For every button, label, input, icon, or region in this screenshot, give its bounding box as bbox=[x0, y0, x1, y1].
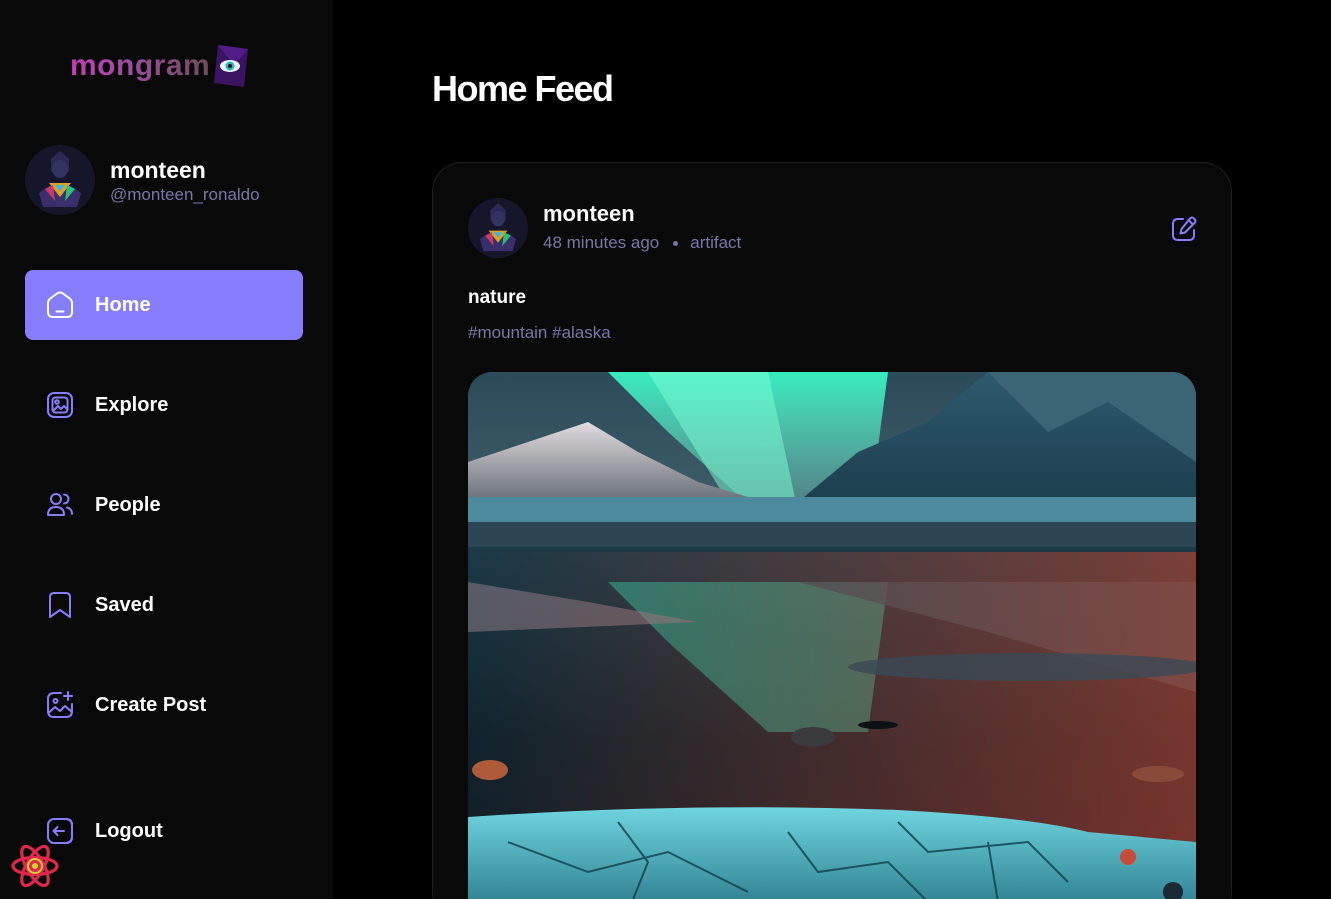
avatar-image-icon bbox=[468, 198, 528, 258]
eye-logo-icon bbox=[214, 45, 249, 87]
post-location: artifact bbox=[690, 233, 742, 252]
avatar-image-icon bbox=[25, 145, 95, 215]
page-title: Home Feed bbox=[432, 68, 614, 109]
nav-item-create-post[interactable]: Create Post bbox=[25, 670, 303, 740]
post-author-name[interactable]: monteen bbox=[543, 201, 635, 227]
avatar bbox=[25, 145, 95, 215]
edit-post-icon[interactable] bbox=[1170, 215, 1198, 243]
nav-item-home[interactable]: Home bbox=[25, 270, 303, 340]
home-icon bbox=[45, 290, 75, 320]
post-meta: 48 minutes ago artifact bbox=[543, 233, 741, 253]
logout-button[interactable]: Logout bbox=[25, 796, 303, 866]
nav-label-home: Home bbox=[95, 293, 151, 316]
logo-text: mongram bbox=[70, 49, 211, 82]
landscape-photo bbox=[468, 372, 1196, 899]
post-author-avatar[interactable] bbox=[468, 198, 528, 258]
people-icon bbox=[45, 490, 75, 520]
bookmark-icon bbox=[45, 590, 75, 620]
profile-handle: @monteen_ronaldo bbox=[110, 184, 260, 204]
nav-label-create-post: Create Post bbox=[95, 693, 207, 716]
react-devtools-icon[interactable] bbox=[10, 842, 60, 890]
post-caption: nature bbox=[468, 287, 527, 308]
profile-name: monteen bbox=[110, 156, 206, 183]
post-time: 48 minutes ago bbox=[543, 233, 660, 252]
nav-label-saved: Saved bbox=[95, 593, 154, 616]
app-logo[interactable]: mongram bbox=[70, 44, 249, 88]
gallery-icon bbox=[45, 390, 75, 420]
nav-item-saved[interactable]: Saved bbox=[25, 570, 303, 640]
add-image-icon bbox=[45, 690, 75, 720]
post-tags[interactable]: #mountain #alaska bbox=[468, 323, 611, 343]
logout-label: Logout bbox=[95, 819, 163, 842]
nav-item-explore[interactable]: Explore bbox=[25, 370, 303, 440]
nav-item-people[interactable]: People bbox=[25, 470, 303, 540]
meta-separator-dot bbox=[673, 240, 679, 246]
user-profile[interactable]: monteen @monteen_ronaldo bbox=[25, 145, 260, 215]
post-image[interactable] bbox=[468, 372, 1196, 899]
post-card: monteen 48 minutes ago artifact nature #… bbox=[432, 162, 1232, 899]
nav-label-people: People bbox=[95, 493, 161, 516]
sidebar: mongram monteen @monteen_ronaldo Home Ex… bbox=[0, 0, 333, 899]
nav-label-explore: Explore bbox=[95, 393, 169, 416]
